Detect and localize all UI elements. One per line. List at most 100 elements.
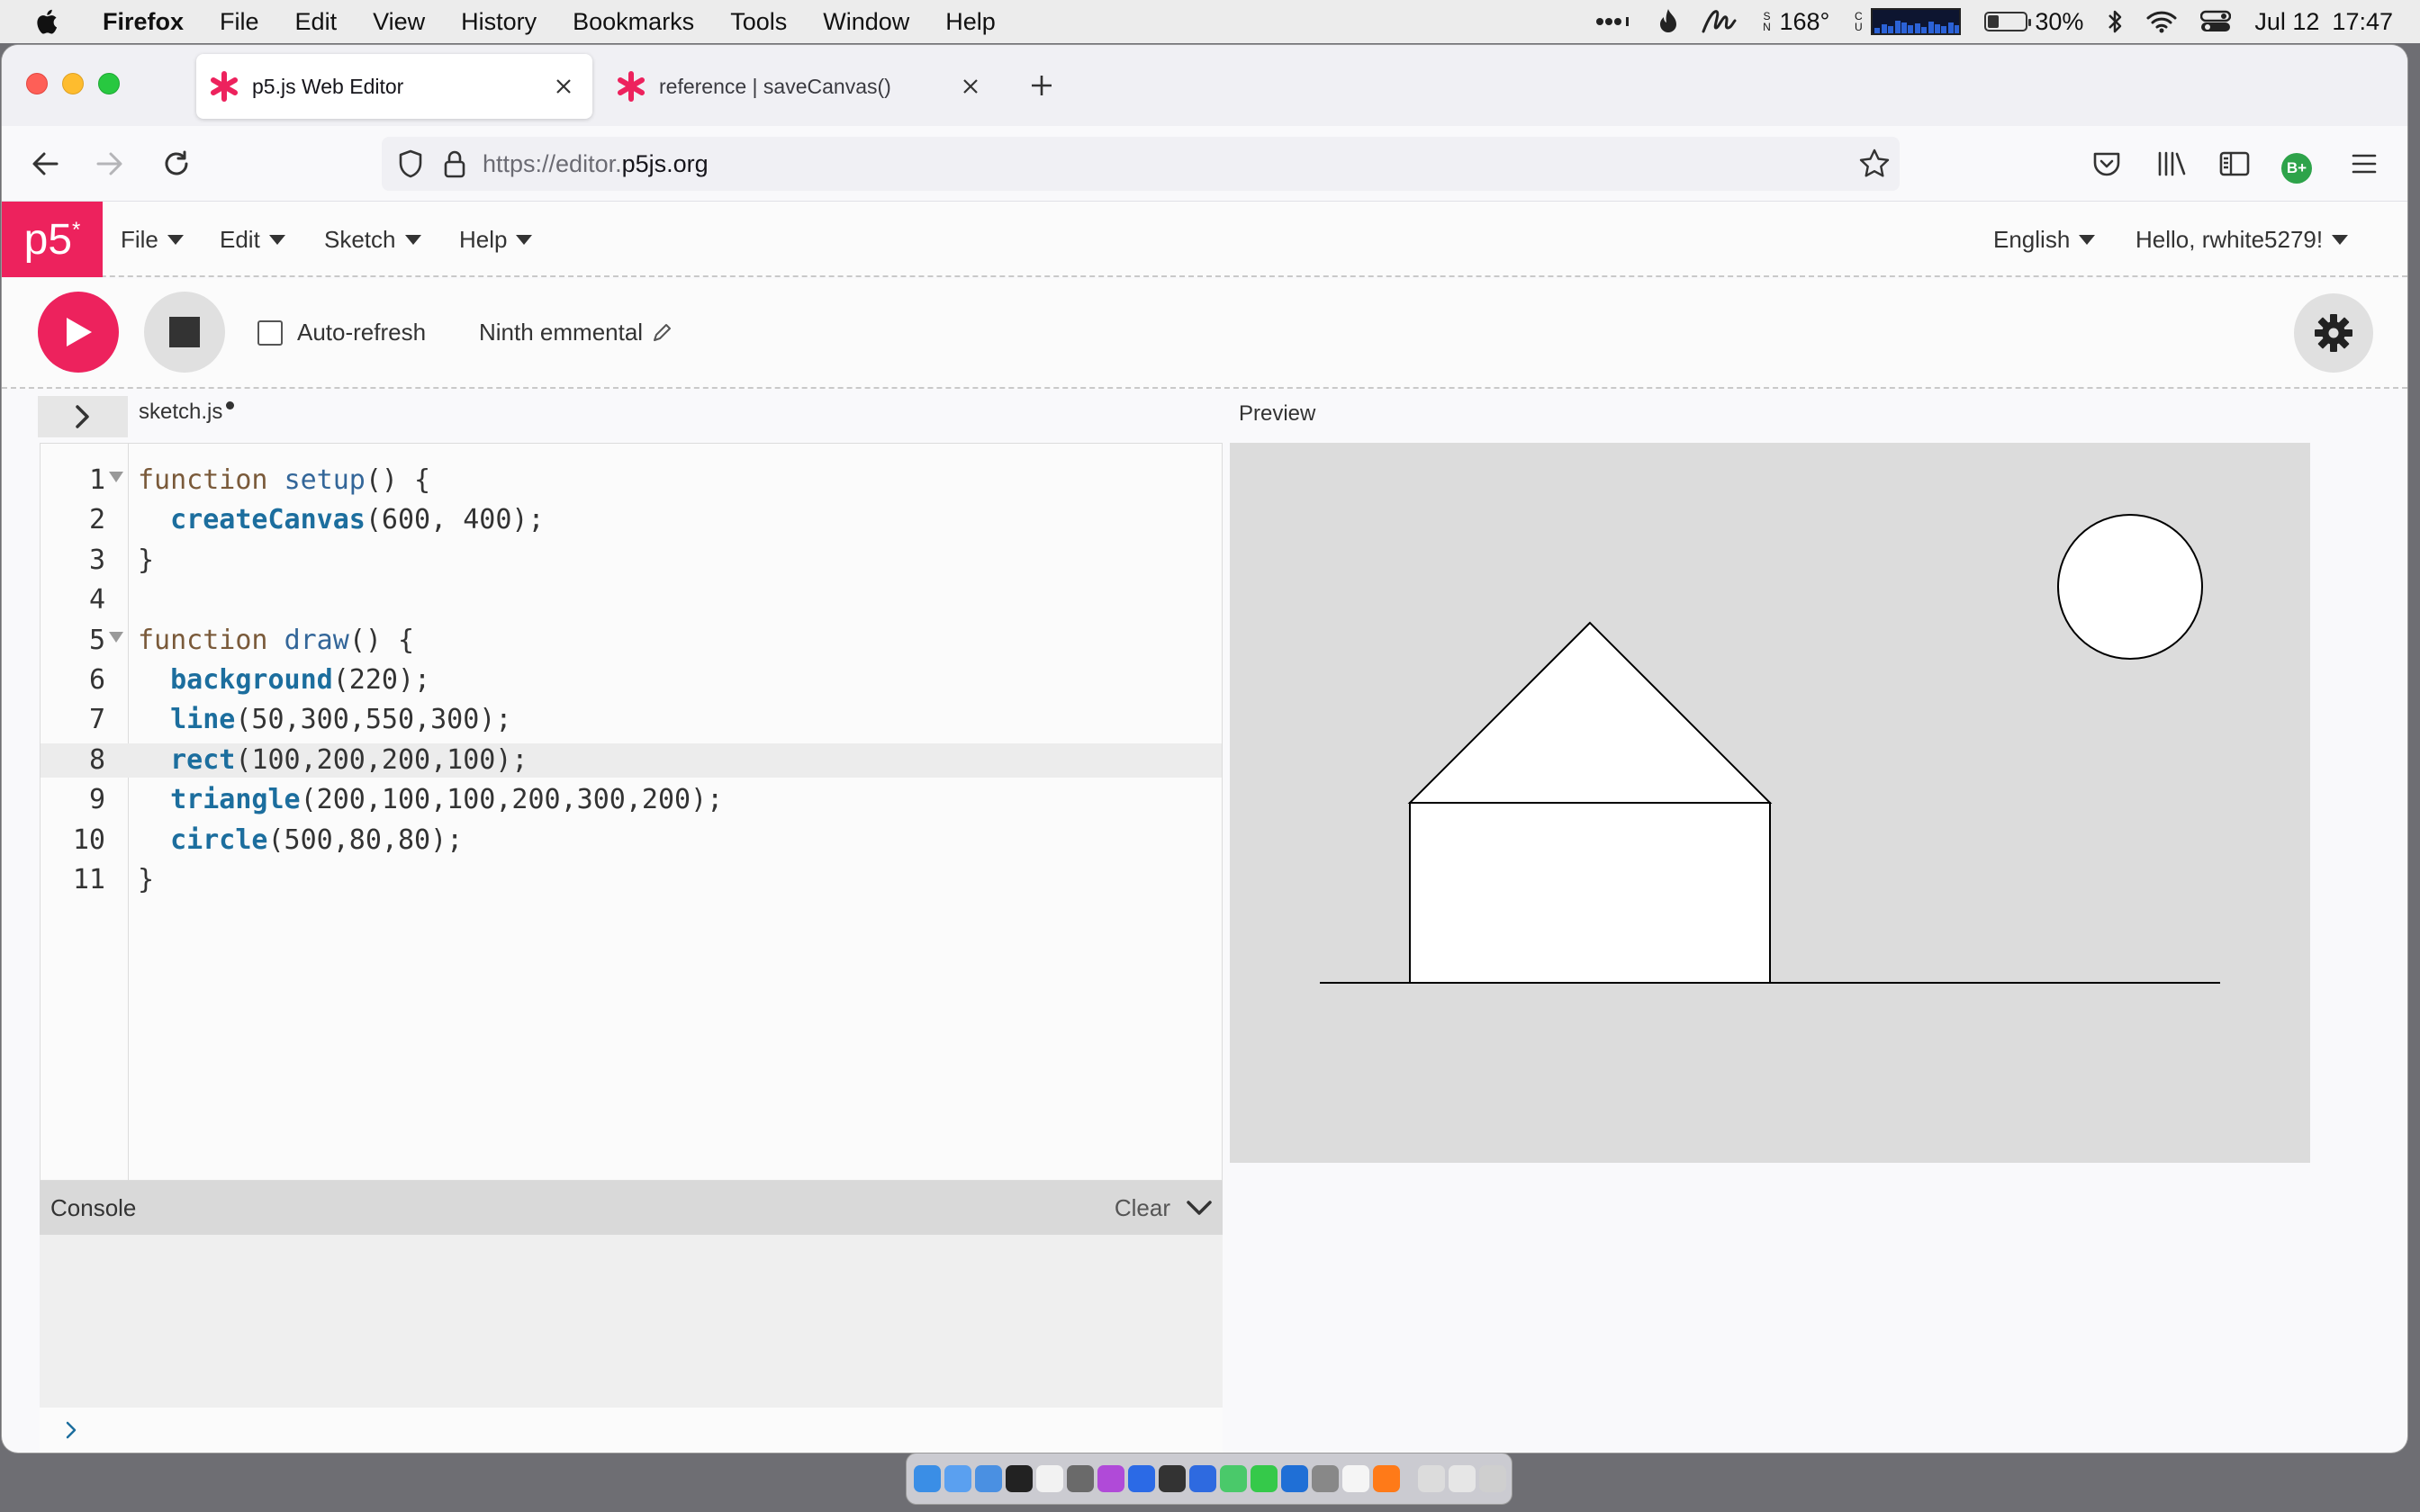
file-tab-sketch-js[interactable]: sketch.js [139,400,235,425]
code-line[interactable]: 8 rect(100,200,200,100); [41,743,1222,778]
dock-app-icon[interactable] [1342,1465,1369,1492]
p5-menu-file[interactable]: File [121,202,184,277]
dock-app-icon[interactable] [1006,1465,1033,1492]
menu-edit[interactable]: Edit [277,8,356,36]
p5-menu-sketch[interactable]: Sketch [324,202,421,277]
menu-history[interactable]: History [443,8,555,36]
reload-icon[interactable] [155,142,198,185]
pencil-icon[interactable] [652,323,672,343]
bookmark-star-icon[interactable] [1858,148,1891,180]
line-number: 3 [88,544,105,576]
dock-app-icon[interactable] [1418,1465,1445,1492]
p5-logo[interactable]: p5 * [2,202,103,277]
close-window-button[interactable] [26,73,48,94]
code-line[interactable]: 11} [41,863,1222,897]
console-input[interactable] [40,1408,1223,1453]
url-bar[interactable]: https://editor.p5js.org [382,137,1900,191]
tab-p5-editor[interactable]: p5.js Web Editor [196,54,592,119]
code-line[interactable]: 5 function draw() { [41,624,1222,658]
apple-icon[interactable] [34,0,86,43]
dock-app-icon[interactable] [1159,1465,1186,1492]
fold-arrow-icon[interactable] [109,631,123,643]
chevron-down-icon[interactable] [1185,1193,1214,1222]
tab-title: p5.js Web Editor [252,74,404,98]
sketch-preview-canvas[interactable] [1230,443,2310,1163]
auto-refresh-toggle[interactable]: Auto-refresh [257,319,426,346]
control-center-icon[interactable] [2200,10,2232,33]
menu-file[interactable]: File [202,8,277,36]
auto-refresh-checkbox[interactable] [257,320,283,346]
temperature-stat[interactable]: SN 168° [1761,8,1829,36]
dock-app-icon[interactable] [944,1465,971,1492]
dock-app-icon[interactable] [1189,1465,1216,1492]
bluetooth-icon[interactable] [2107,8,2123,35]
new-tab-icon[interactable] [1023,67,1061,104]
p5-nav-bar: p5 * File Edit Sketch Help English Hello,… [2,202,2407,277]
p5-menu-help[interactable]: Help [459,202,533,277]
console-clear-button[interactable]: Clear [1115,1194,1170,1222]
dock-app-icon[interactable] [914,1465,941,1492]
user-menu[interactable]: Hello, rwhite5279! [2136,202,2349,277]
p5-menu-edit[interactable]: Edit [220,202,285,277]
back-arrow-icon[interactable] [23,142,67,185]
dock-app-icon[interactable] [1281,1465,1308,1492]
cpu-stat[interactable]: CU [1853,8,1962,35]
console-title: Console [50,1193,137,1221]
settings-button[interactable] [2294,293,2373,373]
close-icon[interactable] [546,68,582,104]
more-dots-icon[interactable] [1595,16,1635,27]
language-selector[interactable]: English [1993,202,2096,277]
menu-tools[interactable]: Tools [712,8,805,36]
sidebar-icon[interactable] [2213,142,2256,185]
lock-icon[interactable] [443,149,466,178]
code-line[interactable]: 1 function setup() { [41,464,1222,498]
code-line[interactable]: 3} [41,544,1222,578]
minimize-window-button[interactable] [62,73,84,94]
dock-app-icon[interactable] [1067,1465,1094,1492]
profile-extension-icon[interactable]: B+ [2281,153,2312,184]
wifi-icon[interactable] [2146,10,2177,33]
dock-app-icon[interactable] [1251,1465,1278,1492]
pocket-icon[interactable] [2085,142,2128,185]
console-header: Console Clear [40,1181,1223,1235]
tracking-shield-icon[interactable] [398,149,423,178]
dock-app-icon[interactable] [1312,1465,1339,1492]
zoom-window-button[interactable] [98,73,120,94]
code-line[interactable]: 4 [41,583,1222,617]
hamburger-menu-icon[interactable] [2343,142,2386,185]
dock-app-icon[interactable] [1036,1465,1063,1492]
menu-window[interactable]: Window [805,8,927,36]
fold-arrow-icon[interactable] [109,472,123,482]
dock-app-icon[interactable] [1128,1465,1155,1492]
code-line[interactable]: 7 line(50,300,550,300); [41,703,1222,737]
sidebar-toggle-button[interactable] [38,396,128,437]
code-line[interactable]: 2 createCanvas(600, 400); [41,503,1222,537]
dock-app-icon[interactable] [975,1465,1002,1492]
library-icon[interactable] [2150,142,2193,185]
dock-app-icon[interactable] [1373,1465,1400,1492]
flame-icon[interactable] [1658,8,1678,35]
code-text: triangle(200,100,100,200,300,200); [170,784,724,816]
clock[interactable]: Jul 12 17:47 [2254,8,2393,36]
play-button[interactable] [38,292,119,373]
menu-app-name[interactable]: Firefox [86,8,202,36]
menu-bookmarks[interactable]: Bookmarks [555,8,712,36]
code-line[interactable]: 10 circle(500,80,80); [41,824,1222,858]
sketch-name[interactable]: Ninth emmental [479,319,672,346]
p5-menu-edit-label: Edit [220,225,260,253]
signature-icon[interactable] [1702,8,1738,35]
dock-app-icon[interactable] [1449,1465,1476,1492]
code-line[interactable]: 9 triangle(200,100,100,200,300,200); [41,783,1222,817]
dock-app-icon[interactable] [1479,1465,1506,1492]
tab-reference-savecanvas[interactable]: reference | saveCanvas() [603,54,999,119]
code-line[interactable]: 6 background(220); [41,663,1222,698]
code-editor[interactable]: 1 function setup() { 2 createCanvas(600, 4… [40,443,1223,1181]
menu-view[interactable]: View [355,8,443,36]
battery-stat[interactable]: 30% [1984,8,2083,36]
forward-arrow-icon[interactable] [88,142,131,185]
menu-help[interactable]: Help [927,8,1014,36]
stop-button[interactable] [144,292,225,373]
close-icon[interactable] [953,68,989,104]
dock-app-icon[interactable] [1097,1465,1124,1492]
dock-app-icon[interactable] [1220,1465,1247,1492]
